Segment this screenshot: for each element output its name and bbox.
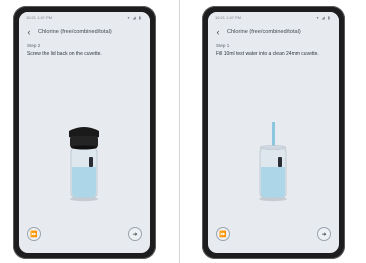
app-screen: 10:21 1:47 PM ▾ ◢ ▮ ‹ Chlorine (free/com…: [208, 12, 339, 253]
status-time: 10:21 1:47 PM: [215, 15, 242, 20]
cuvette-with-lid-illustration: [19, 117, 150, 217]
fast-forward-icon[interactable]: ⏩: [216, 227, 230, 241]
status-icons: ▾ ◢ ▮: [127, 15, 142, 20]
instruction-text: Fill 10ml test water into a clean 24mm c…: [216, 51, 319, 57]
status-icons: ▾ ◢ ▮: [316, 15, 331, 20]
back-arrow-icon[interactable]: ‹: [23, 26, 35, 38]
arrow-right-icon[interactable]: ➜: [317, 227, 331, 241]
instruction-text: Screw the lid back on the cuvette.: [27, 51, 102, 57]
page-title: Chlorine (free/combined/total): [227, 28, 301, 35]
fast-forward-icon[interactable]: ⏩: [27, 227, 41, 241]
step-label: Step 2: [27, 43, 41, 48]
phone-frame-step-2: 10:21 1:47 PM ▾ ◢ ▮ ‹ Chlorine (free/com…: [13, 6, 156, 259]
page-title: Chlorine (free/combined/total): [38, 28, 112, 35]
phone-frame-step-1: 10:21 1:47 PM ▾ ◢ ▮ ‹ Chlorine (free/com…: [202, 6, 345, 259]
screenshot-divider: [179, 0, 180, 263]
status-bar: 10:21 1:47 PM ▾ ◢ ▮: [19, 12, 150, 23]
arrow-right-icon[interactable]: ➜: [128, 227, 142, 241]
step-label: Step 1: [216, 43, 230, 48]
cuvette-filling-illustration: [208, 117, 339, 217]
app-screen: 10:21 1:47 PM ▾ ◢ ▮ ‹ Chlorine (free/com…: [19, 12, 150, 253]
back-arrow-icon[interactable]: ‹: [212, 26, 224, 38]
status-time: 10:21 1:47 PM: [26, 15, 53, 20]
status-bar: 10:21 1:47 PM ▾ ◢ ▮: [208, 12, 339, 23]
app-header: ‹ Chlorine (free/combined/total): [208, 23, 339, 40]
app-header: ‹ Chlorine (free/combined/total): [19, 23, 150, 40]
